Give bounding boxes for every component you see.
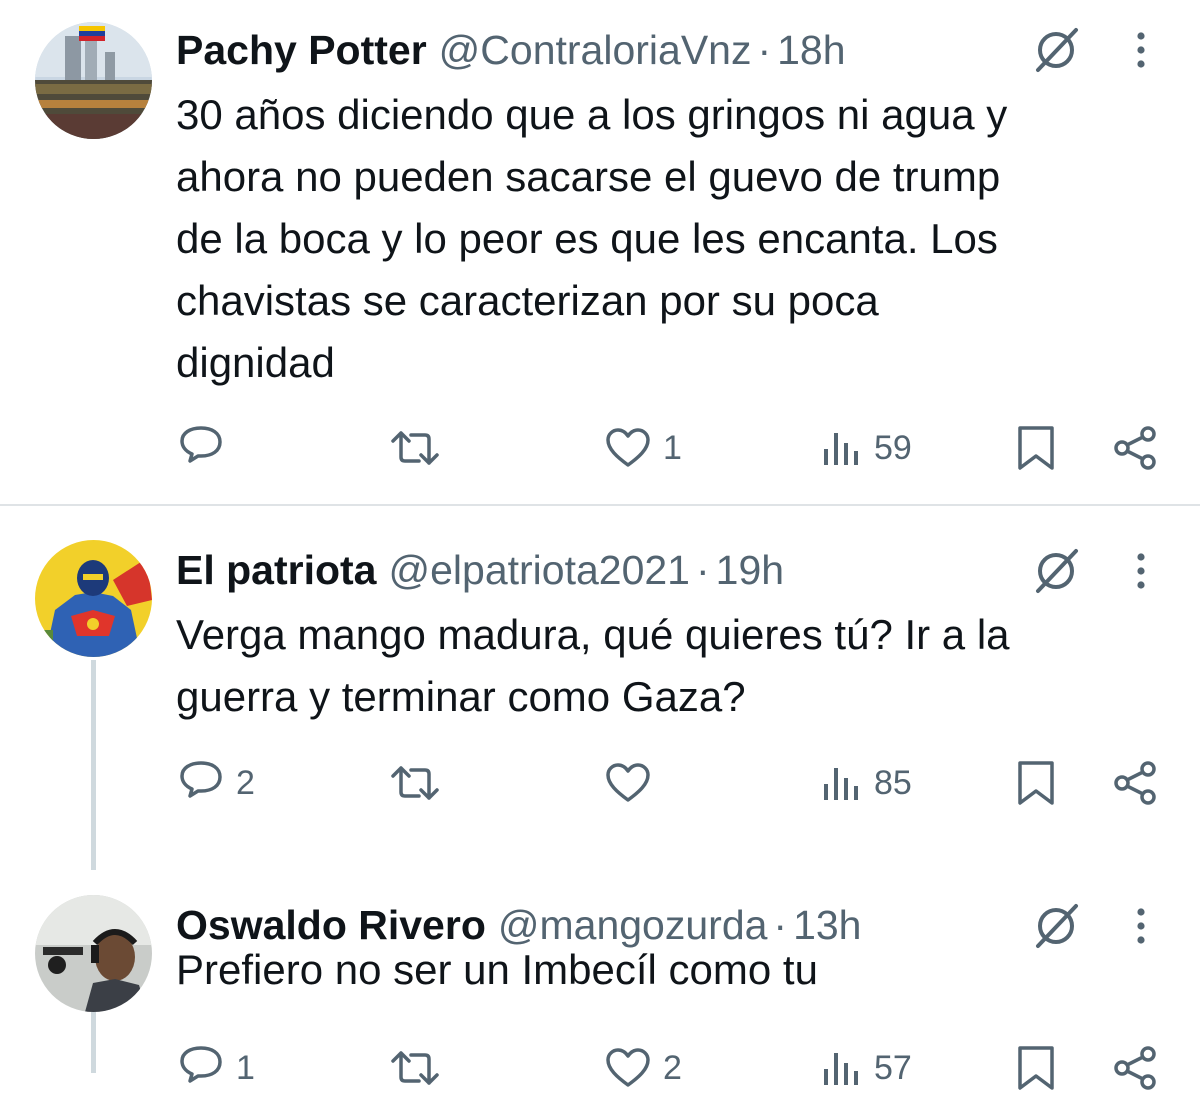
views-button[interactable]: 59 [820, 418, 912, 478]
timestamp[interactable]: 19h [716, 547, 784, 594]
views-icon [820, 423, 864, 473]
tweet[interactable]: El patriota @elpatriota2021 · 19h Verga … [0, 505, 1200, 870]
grok-icon[interactable] [1030, 24, 1082, 76]
action-bar: 2 85 [0, 753, 1200, 813]
views-icon [820, 758, 864, 808]
retweet-button[interactable] [387, 418, 453, 478]
retweet-button[interactable] [387, 1038, 453, 1098]
retweet-icon [387, 423, 443, 473]
reply-count: 1 [236, 1048, 255, 1087]
share-icon [1110, 423, 1160, 473]
user-handle[interactable]: @elpatriota2021 [388, 547, 690, 594]
reply-button[interactable]: 2 [176, 753, 255, 813]
retweet-icon [387, 758, 443, 808]
bookmark-icon [1012, 758, 1060, 808]
reply-icon [176, 423, 226, 473]
bookmark-icon [1012, 1043, 1060, 1093]
tweet-header: El patriota @elpatriota2021 · 19h [176, 542, 784, 598]
tweet-text: Verga mango madura, qué quieres tú? Ir a… [176, 611, 1010, 720]
bookmark-icon [1012, 423, 1060, 473]
more-vertical-icon[interactable] [1126, 545, 1156, 597]
share-icon [1110, 1043, 1160, 1093]
heart-icon [603, 423, 653, 473]
views-button[interactable]: 85 [820, 753, 912, 813]
share-button[interactable] [1110, 753, 1160, 813]
tweet-header: Pachy Potter @ContraloriaVnz · 18h [176, 22, 846, 78]
avatar[interactable] [35, 895, 152, 1012]
retweet-icon [387, 1043, 443, 1093]
share-button[interactable] [1110, 418, 1160, 478]
bookmark-button[interactable] [1012, 1038, 1060, 1098]
views-count: 59 [874, 428, 912, 467]
views-icon [820, 1043, 864, 1093]
heart-icon [603, 758, 653, 808]
reply-button[interactable]: 1 [176, 1038, 255, 1098]
separator: · [695, 546, 710, 593]
action-bar: 1 2 57 [0, 1038, 1200, 1098]
like-count: 1 [663, 428, 682, 467]
reply-count: 2 [236, 763, 255, 802]
bookmark-button[interactable] [1012, 418, 1060, 478]
retweet-button[interactable] [387, 753, 453, 813]
tweet[interactable]: Pachy Potter @ContraloriaVnz · 18h 30 añ… [0, 0, 1200, 505]
display-name[interactable]: El patriota [176, 547, 376, 594]
like-button[interactable] [603, 753, 663, 813]
reply-icon [176, 1043, 226, 1093]
display-name[interactable]: Pachy Potter [176, 27, 427, 74]
heart-icon [603, 1043, 653, 1093]
action-bar: 1 59 [0, 418, 1200, 478]
share-button[interactable] [1110, 1038, 1160, 1098]
views-button[interactable]: 57 [820, 1038, 912, 1098]
avatar[interactable] [35, 22, 152, 139]
views-count: 85 [874, 763, 912, 802]
tweet-text: 30 años diciendo que a los gringos ni ag… [176, 91, 1008, 386]
reply-icon [176, 758, 226, 808]
reply-button[interactable] [176, 418, 236, 478]
views-count: 57 [874, 1048, 912, 1087]
like-button[interactable]: 1 [603, 418, 682, 478]
avatar[interactable] [35, 540, 152, 657]
bookmark-button[interactable] [1012, 753, 1060, 813]
tweet-text: Prefiero no ser un Imbecíl como tu [176, 946, 818, 993]
grok-icon[interactable] [1030, 545, 1082, 597]
user-handle[interactable]: @ContraloriaVnz [439, 27, 752, 74]
like-button[interactable]: 2 [603, 1038, 682, 1098]
more-vertical-icon[interactable] [1126, 24, 1156, 76]
separator: · [757, 26, 772, 73]
like-count: 2 [663, 1048, 682, 1087]
tweet[interactable]: Oswaldo Rivero @mangozurda · 13h Prefier… [0, 860, 1200, 1090]
share-icon [1110, 758, 1160, 808]
timestamp[interactable]: 18h [777, 27, 845, 74]
